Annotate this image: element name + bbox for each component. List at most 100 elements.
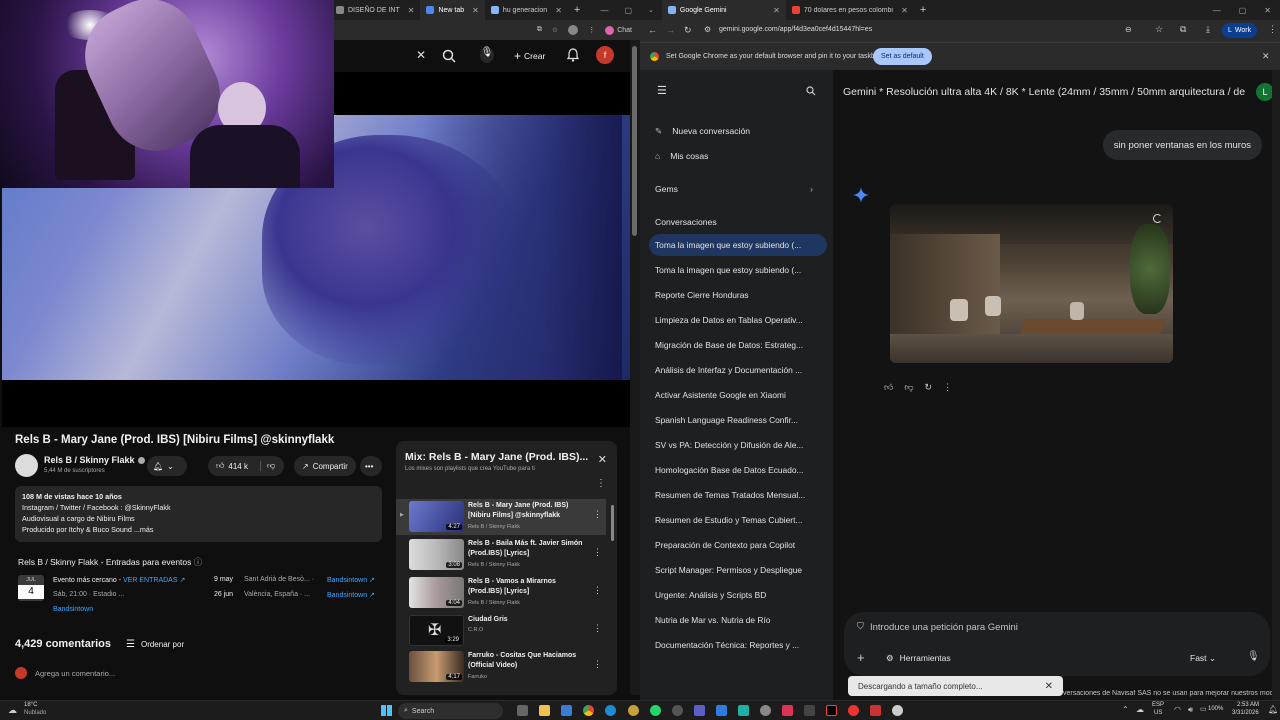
playlist-item[interactable]: 4:04 Rels B - Vamos a Mirarnos (Prod.IBS… (396, 575, 606, 611)
voice-search-icon[interactable]: 🎙 (480, 47, 494, 63)
close-tab-icon[interactable]: ✕ (408, 6, 415, 15)
info-icon[interactable]: ⓘ (194, 557, 203, 567)
youtube-scrollbar[interactable] (630, 40, 640, 695)
gemini-brand[interactable]: Gemini (843, 86, 879, 98)
item-menu-icon[interactable]: ⋮ (593, 659, 602, 670)
minimize-icon[interactable]: — (1204, 6, 1230, 15)
maximize-icon[interactable]: ▢ (616, 6, 640, 15)
app-icon[interactable] (892, 705, 903, 716)
chrome-icon[interactable] (583, 705, 594, 716)
search-icon[interactable] (806, 86, 816, 96)
conversation-item[interactable]: Script Manager: Permisos y Despliegue (655, 565, 820, 575)
conversation-item[interactable]: Urgente: Análisis y Scripts BD (655, 590, 820, 600)
start-button-icon[interactable] (381, 705, 392, 716)
new-tab-icon[interactable]: + (914, 4, 932, 16)
playlist-item[interactable]: 4:17 Farruko - Cositas Que Haciamos (Off… (396, 649, 606, 685)
close-toast-icon[interactable]: ✕ (1045, 681, 1053, 692)
task-view-icon[interactable] (517, 705, 528, 716)
conversation-item[interactable]: Limpieza de Datos en Tablas Operativ... (655, 315, 820, 325)
more-actions-button[interactable]: ••• (360, 456, 382, 476)
share-button[interactable]: ↗ Compartir (294, 456, 356, 476)
tiktok-icon[interactable] (826, 705, 837, 716)
forward-icon[interactable]: → (666, 25, 675, 35)
gemini-scrollbar[interactable] (1272, 70, 1280, 700)
close-playlist-icon[interactable]: ✕ (598, 453, 607, 466)
more-options-icon[interactable]: ⋮ (943, 382, 952, 393)
my-stuff-button[interactable]: ⌂ Mis cosas (655, 151, 825, 161)
item-menu-icon[interactable]: ⋮ (593, 585, 602, 596)
clock-date[interactable]: 3/31/2026 (1232, 710, 1259, 716)
conversation-item[interactable]: Resumen de Temas Tratados Mensual... (655, 490, 820, 500)
search-icon[interactable] (442, 49, 456, 63)
close-window-icon[interactable]: ✕ (1255, 6, 1280, 15)
view-tickets-link[interactable]: VER ENTRADAS (123, 577, 177, 584)
reload-icon[interactable]: ↻ (684, 25, 692, 36)
store-icon[interactable] (561, 705, 572, 716)
channel-avatar[interactable] (15, 454, 38, 477)
zoom-icon[interactable]: ⊖ (1125, 25, 1132, 34)
conversation-item[interactable]: SV vs PA: Detección y Difusión de Ale... (655, 440, 820, 450)
sort-button[interactable]: ☰ Ordenar por (126, 639, 184, 650)
maximize-icon[interactable]: ▢ (1230, 6, 1256, 15)
prompt-box[interactable]: ⛉ Introduce una petición para Gemini + ⚙… (844, 612, 1270, 676)
playlist-scrollbar[interactable] (611, 505, 614, 541)
scrollbar-thumb[interactable] (632, 46, 637, 236)
tab-dolares[interactable]: 70 dolares en pesos colombian ✕ (786, 0, 914, 20)
app-icon[interactable] (738, 705, 749, 716)
tray-chevron-icon[interactable]: ⌃ (1122, 705, 1129, 714)
event-source-link[interactable]: Bandsintown ↗ (327, 576, 375, 584)
profile-icon[interactable] (568, 25, 579, 35)
clear-search-icon[interactable]: ✕ (416, 48, 426, 62)
notifications-bell-icon[interactable] (567, 48, 579, 62)
thumbs-down-icon[interactable]: 👎︎ (259, 461, 275, 471)
menu-dots-icon[interactable]: ⋮ (588, 26, 595, 34)
app-icon[interactable] (628, 705, 639, 716)
battery-icon[interactable]: ▭ (1200, 705, 1207, 713)
item-menu-icon[interactable]: ⋮ (593, 547, 602, 558)
regenerate-icon[interactable]: ↻ (925, 382, 933, 393)
conversation-item[interactable]: Preparación de Contexto para Copilot (655, 540, 820, 550)
conversation-item[interactable]: Toma la imagen que estoy subiendo (... (655, 265, 820, 275)
prompt-input[interactable]: Introduce una petición para Gemini (870, 622, 1018, 633)
conversation-item[interactable]: Reporte Cierre Honduras (655, 290, 820, 300)
new-chat-button[interactable]: ✎ Nueva conversación (655, 126, 825, 137)
new-tab-icon[interactable]: + (568, 4, 586, 16)
generated-image[interactable] (890, 204, 1173, 363)
close-tab-icon[interactable]: ✕ (773, 6, 780, 15)
close-tab-icon[interactable]: ✕ (472, 6, 479, 15)
profile-button[interactable]: L Work (1222, 23, 1258, 38)
wifi-icon[interactable]: ◠ (1174, 705, 1181, 714)
bookmark-star-icon[interactable]: ☆ (1155, 24, 1163, 35)
edge-icon[interactable] (605, 705, 616, 716)
item-menu-icon[interactable]: ⋮ (593, 623, 602, 634)
teams-icon[interactable] (694, 705, 705, 716)
thumbs-down-icon[interactable]: 👎︎ (904, 382, 913, 393)
url-field[interactable]: gemini.google.com/app/f4d3ea0cef4d15447h… (719, 26, 872, 33)
conversation-item[interactable]: Homologación Base de Datos Ecuado... (655, 465, 820, 475)
tab-diseno[interactable]: DISEÑO DE INT ✕ (330, 0, 420, 20)
account-avatar[interactable]: f (596, 46, 614, 64)
app-icon[interactable] (672, 705, 683, 716)
like-button[interactable]: 👍︎ 414 k 👎︎ (208, 456, 284, 476)
menu-dots-icon[interactable]: ⋮ (1268, 24, 1277, 35)
close-tab-icon[interactable]: ✕ (901, 6, 908, 15)
conversation-item[interactable]: Spanish Language Readiness Confir... (655, 415, 820, 425)
conversation-item[interactable]: Migración de Base de Datos: Estrateg... (655, 340, 820, 350)
conversation-item[interactable]: Análisis de Interfaz y Documentación ... (655, 365, 820, 375)
conversation-item[interactable]: Toma la imagen que estoy subiendo (... (649, 234, 827, 256)
playlist-item[interactable]: ▶ 4:27 Rels B - Mary Jane (Prod. IBS) [N… (396, 499, 606, 535)
conversation-item[interactable]: Nutria de Mar vs. Nutria de Río (655, 615, 820, 625)
channel-name[interactable]: Rels B / Skinny Flakk (44, 455, 135, 465)
playlist-item[interactable]: ✠ 3:29 Ciudad Gris C.R.O ⋮ (396, 613, 606, 649)
app-icon[interactable] (782, 705, 793, 716)
tray-icon[interactable]: ☁ (1136, 705, 1144, 714)
app-icon[interactable] (760, 705, 771, 716)
playlist-menu-icon[interactable]: ⋮ (596, 478, 606, 489)
thumbs-up-icon[interactable]: 👍︎ (884, 382, 893, 393)
bookmark-star-icon[interactable]: ☆ (552, 26, 558, 34)
app-icon[interactable] (848, 705, 859, 716)
tools-button[interactable]: ⚙ Herramientas (886, 653, 951, 664)
file-explorer-icon[interactable] (539, 705, 550, 716)
subscribe-bell-button[interactable]: 🔔︎ ⌄ (147, 456, 187, 476)
notifications-icon[interactable]: 🔔︎ (1268, 705, 1278, 714)
